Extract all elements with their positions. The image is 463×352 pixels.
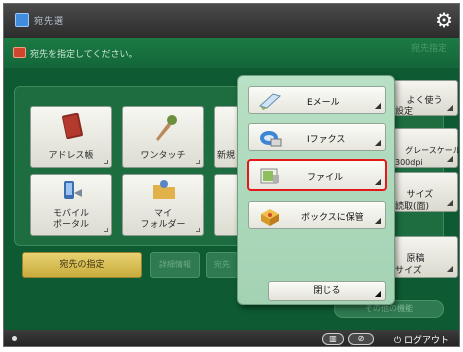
status-dot-icon <box>12 336 17 341</box>
size-setting-button[interactable]: サイズ 読取(面) ◢ <box>388 172 458 212</box>
box-storage-button[interactable]: ボックスに保管 ◢ <box>248 201 386 229</box>
ifax-label: Iファクス <box>307 135 346 145</box>
one-touch-button[interactable]: ワンタッチ <box>122 106 204 168</box>
corner-arrow-icon: ◢ <box>446 154 453 163</box>
corner-arrow-icon: ◢ <box>446 198 453 207</box>
ifax-icon <box>257 127 283 149</box>
tile-corner <box>104 160 108 164</box>
mobile-portal-button[interactable]: モバイル ポータル <box>30 174 112 236</box>
logout-button[interactable]: ⏻ ログアウト <box>394 333 449 346</box>
my-folder-label: マイ フォルダー <box>140 209 186 230</box>
ifax-button[interactable]: Iファクス ◢ <box>248 123 386 151</box>
corner-arrow-icon: ◢ <box>374 138 381 147</box>
original-size-label: 原稿 サイズ <box>395 254 425 276</box>
corner-arrow-icon: ◢ <box>374 216 381 225</box>
one-touch-label: ワンタッチ <box>140 151 186 161</box>
message-bar: 宛先を指定してください。 宛先指定 <box>4 38 459 68</box>
tile-corner <box>196 160 200 164</box>
file-icon <box>257 165 283 187</box>
send-type-popup: Eメール ◢ Iファクス ◢ ファイル ◢ ボックスに保管 ◢ 閉じる ◢ <box>237 75 395 305</box>
close-button[interactable]: 閉じる ◢ <box>268 281 386 301</box>
box-storage-label: ボックスに保管 <box>301 213 364 223</box>
favorite-settings-button[interactable]: よく使う 設定 ◢ <box>388 80 458 117</box>
original-size-button[interactable]: 原稿 サイズ ◢ <box>388 236 458 278</box>
network-icon[interactable]: ⊘ <box>348 333 374 345</box>
my-folder-button[interactable]: マイ フォルダー <box>122 174 204 236</box>
corner-arrow-icon: ◢ <box>374 177 381 186</box>
corner-arrow-icon: ◢ <box>374 289 381 298</box>
corner-arrow-icon: ◢ <box>446 264 453 273</box>
tile-corner <box>196 228 200 232</box>
my-folder-icon <box>150 179 178 207</box>
corner-arrow-icon: ◢ <box>446 103 453 112</box>
mobile-portal-icon <box>58 179 86 207</box>
logout-label: ログアウト <box>403 336 449 346</box>
top-bar: 宛先選 ⚙ <box>4 4 459 38</box>
close-label: 閉じる <box>313 286 341 296</box>
address-book-button[interactable]: アドレス帳 <box>30 106 112 168</box>
email-label: Eメール <box>307 98 340 108</box>
email-icon <box>257 90 283 112</box>
mobile-portal-label: モバイル ポータル <box>52 209 89 230</box>
address-book-icon <box>58 112 86 141</box>
destination-settings-button[interactable]: 宛先の指定 <box>22 252 142 278</box>
file-label: ファイル <box>307 173 344 183</box>
one-touch-icon <box>150 113 178 141</box>
box-icon <box>257 205 283 227</box>
bottom-bar: ▥ ⊘ ⏻ ログアウト <box>4 330 459 346</box>
file-button[interactable]: ファイル ◢ <box>247 159 387 191</box>
address-book-label: アドレス帳 <box>48 151 94 161</box>
color-setting-button[interactable]: グレースケール 300dpi ◢ <box>388 128 459 168</box>
message-text: 宛先を指定してください。 <box>30 50 138 60</box>
gear-icon[interactable]: ⚙ <box>435 10 453 30</box>
email-button[interactable]: Eメール ◢ <box>248 86 386 114</box>
destination-secondary-button[interactable]: 宛先 <box>206 252 238 278</box>
size-setting-label: サイズ 読取(面) <box>395 190 434 212</box>
corner-arrow-icon: ◢ <box>374 101 381 110</box>
message-icon <box>13 47 26 58</box>
app-title: 宛先選 <box>34 17 65 27</box>
message-right-text: 宛先指定 <box>410 44 447 54</box>
tile-corner <box>104 228 108 232</box>
app-icon <box>15 13 29 27</box>
logout-icon: ⏻ <box>394 336 404 346</box>
counter-icon[interactable]: ▥ <box>322 333 344 345</box>
favorite-settings-label: よく使う 設定 <box>395 96 443 117</box>
details-button[interactable]: 詳細情報 <box>150 252 200 278</box>
device-screen: 宛先選 ⚙ 宛先を指定してください。 宛先指定 アドレス帳 ワンタッチ 新規 モ… <box>3 3 460 347</box>
